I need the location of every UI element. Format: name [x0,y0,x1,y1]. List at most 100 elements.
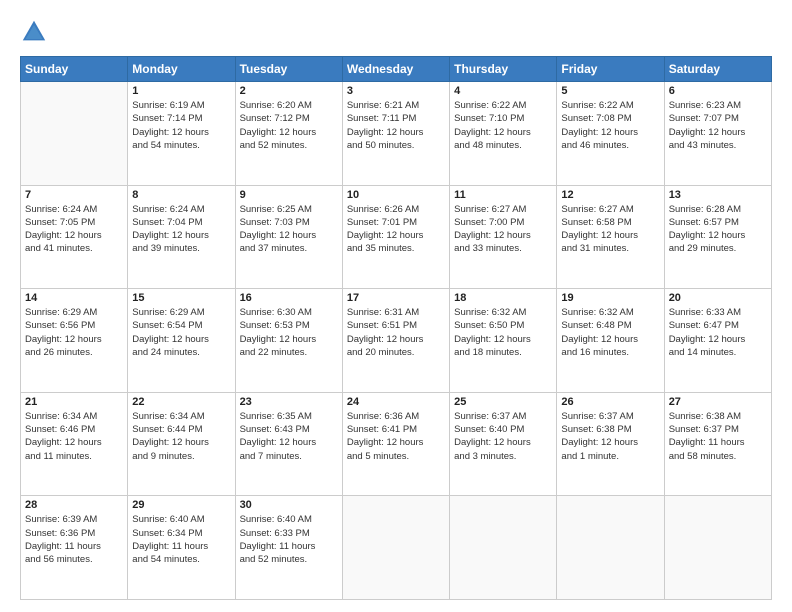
day-number: 28 [25,499,123,511]
day-info: Sunrise: 6:22 AM Sunset: 7:10 PM Dayligh… [454,99,552,152]
day-number: 26 [561,396,659,408]
day-info: Sunrise: 6:27 AM Sunset: 6:58 PM Dayligh… [561,203,659,256]
day-number: 17 [347,292,445,304]
calendar-cell [450,496,557,600]
day-number: 5 [561,85,659,97]
calendar-cell: 7 Sunrise: 6:24 AM Sunset: 7:05 PM Daylig… [21,185,128,289]
day-info: Sunrise: 6:39 AM Sunset: 6:36 PM Dayligh… [25,513,123,566]
calendar-week-4: 21 Sunrise: 6:34 AM Sunset: 6:46 PM Dayli… [21,392,772,496]
day-number: 11 [454,189,552,201]
calendar-cell: 17 Sunrise: 6:31 AM Sunset: 6:51 PM Dayli… [342,289,449,393]
calendar-cell: 19Sunrise: 6:32 AM Sunset: 6:48 PM Dayli… [557,289,664,393]
calendar-table: SundayMondayTuesdayWednesdayThursdayFrid… [20,56,772,600]
day-info: Sunrise: 6:29 AM Sunset: 6:54 PM Dayligh… [132,306,230,359]
day-number: 24 [347,396,445,408]
day-number: 1 [132,85,230,97]
calendar-cell: 13 Sunrise: 6:28 AM Sunset: 6:57 PM Dayli… [664,185,771,289]
calendar-week-2: 7 Sunrise: 6:24 AM Sunset: 7:05 PM Daylig… [21,185,772,289]
day-info: Sunrise: 6:25 AM Sunset: 7:03 PM Dayligh… [240,203,338,256]
calendar-cell: 26 Sunrise: 6:37 AM Sunset: 6:38 PM Dayli… [557,392,664,496]
calendar-cell [557,496,664,600]
calendar-cell [664,496,771,600]
calendar-cell: 10Sunrise: 6:26 AM Sunset: 7:01 PM Dayli… [342,185,449,289]
calendar-cell: 22 Sunrise: 6:34 AM Sunset: 6:44 PM Dayli… [128,392,235,496]
day-info: Sunrise: 6:38 AM Sunset: 6:37 PM Dayligh… [669,410,767,463]
day-header-monday: Monday [128,57,235,82]
calendar-week-3: 14 Sunrise: 6:29 AM Sunset: 6:56 PM Dayli… [21,289,772,393]
calendar-cell: 28 Sunrise: 6:39 AM Sunset: 6:36 PM Dayli… [21,496,128,600]
day-number: 25 [454,396,552,408]
day-number: 21 [25,396,123,408]
day-number: 4 [454,85,552,97]
calendar-cell: 5Sunrise: 6:22 AM Sunset: 7:08 PM Daylig… [557,82,664,186]
calendar-cell: 27Sunrise: 6:38 AM Sunset: 6:37 PM Dayli… [664,392,771,496]
day-info: Sunrise: 6:36 AM Sunset: 6:41 PM Dayligh… [347,410,445,463]
day-number: 10 [347,189,445,201]
day-header-tuesday: Tuesday [235,57,342,82]
day-header-friday: Friday [557,57,664,82]
calendar-cell: 11Sunrise: 6:27 AM Sunset: 7:00 PM Dayli… [450,185,557,289]
day-info: Sunrise: 6:37 AM Sunset: 6:40 PM Dayligh… [454,410,552,463]
calendar-cell: 2 Sunrise: 6:20 AM Sunset: 7:12 PM Daylig… [235,82,342,186]
day-info: Sunrise: 6:34 AM Sunset: 6:46 PM Dayligh… [25,410,123,463]
day-info: Sunrise: 6:32 AM Sunset: 6:50 PM Dayligh… [454,306,552,359]
day-info: Sunrise: 6:40 AM Sunset: 6:33 PM Dayligh… [240,513,338,566]
calendar-cell: 16 Sunrise: 6:30 AM Sunset: 6:53 PM Dayli… [235,289,342,393]
calendar-cell: 6 Sunrise: 6:23 AM Sunset: 7:07 PM Daylig… [664,82,771,186]
calendar-cell: 8 Sunrise: 6:24 AM Sunset: 7:04 PM Daylig… [128,185,235,289]
calendar-cell: 24 Sunrise: 6:36 AM Sunset: 6:41 PM Dayli… [342,392,449,496]
day-number: 7 [25,189,123,201]
calendar-cell: 21 Sunrise: 6:34 AM Sunset: 6:46 PM Dayli… [21,392,128,496]
day-info: Sunrise: 6:33 AM Sunset: 6:47 PM Dayligh… [669,306,767,359]
day-number: 8 [132,189,230,201]
day-info: Sunrise: 6:40 AM Sunset: 6:34 PM Dayligh… [132,513,230,566]
calendar-cell: 14 Sunrise: 6:29 AM Sunset: 6:56 PM Dayli… [21,289,128,393]
day-number: 14 [25,292,123,304]
day-number: 18 [454,292,552,304]
calendar-cell: 18 Sunrise: 6:32 AM Sunset: 6:50 PM Dayli… [450,289,557,393]
day-number: 16 [240,292,338,304]
day-info: Sunrise: 6:24 AM Sunset: 7:04 PM Dayligh… [132,203,230,256]
calendar-cell: 3 Sunrise: 6:21 AM Sunset: 7:11 PM Daylig… [342,82,449,186]
day-number: 20 [669,292,767,304]
day-info: Sunrise: 6:30 AM Sunset: 6:53 PM Dayligh… [240,306,338,359]
calendar-cell: 20 Sunrise: 6:33 AM Sunset: 6:47 PM Dayli… [664,289,771,393]
calendar-cell: 25 Sunrise: 6:37 AM Sunset: 6:40 PM Dayli… [450,392,557,496]
calendar-cell [342,496,449,600]
logo [20,18,52,46]
calendar-cell: 30Sunrise: 6:40 AM Sunset: 6:33 PM Dayli… [235,496,342,600]
day-number: 29 [132,499,230,511]
day-header-sunday: Sunday [21,57,128,82]
day-info: Sunrise: 6:21 AM Sunset: 7:11 PM Dayligh… [347,99,445,152]
day-info: Sunrise: 6:28 AM Sunset: 6:57 PM Dayligh… [669,203,767,256]
day-number: 22 [132,396,230,408]
calendar-header-row: SundayMondayTuesdayWednesdayThursdayFrid… [21,57,772,82]
calendar-cell: 23 Sunrise: 6:35 AM Sunset: 6:43 PM Dayli… [235,392,342,496]
calendar-cell: 29 Sunrise: 6:40 AM Sunset: 6:34 PM Dayli… [128,496,235,600]
day-info: Sunrise: 6:20 AM Sunset: 7:12 PM Dayligh… [240,99,338,152]
logo-icon [20,18,48,46]
day-number: 3 [347,85,445,97]
day-info: Sunrise: 6:31 AM Sunset: 6:51 PM Dayligh… [347,306,445,359]
calendar-cell: 1 Sunrise: 6:19 AM Sunset: 7:14 PM Daylig… [128,82,235,186]
day-info: Sunrise: 6:34 AM Sunset: 6:44 PM Dayligh… [132,410,230,463]
day-number: 19 [561,292,659,304]
day-number: 23 [240,396,338,408]
day-number: 13 [669,189,767,201]
header [20,18,772,46]
day-info: Sunrise: 6:35 AM Sunset: 6:43 PM Dayligh… [240,410,338,463]
calendar-cell: 15Sunrise: 6:29 AM Sunset: 6:54 PM Dayli… [128,289,235,393]
day-info: Sunrise: 6:19 AM Sunset: 7:14 PM Dayligh… [132,99,230,152]
day-info: Sunrise: 6:37 AM Sunset: 6:38 PM Dayligh… [561,410,659,463]
calendar-cell: 9 Sunrise: 6:25 AM Sunset: 7:03 PM Daylig… [235,185,342,289]
day-number: 6 [669,85,767,97]
day-number: 9 [240,189,338,201]
day-header-saturday: Saturday [664,57,771,82]
day-header-thursday: Thursday [450,57,557,82]
day-info: Sunrise: 6:23 AM Sunset: 7:07 PM Dayligh… [669,99,767,152]
day-header-wednesday: Wednesday [342,57,449,82]
day-info: Sunrise: 6:29 AM Sunset: 6:56 PM Dayligh… [25,306,123,359]
calendar-cell [21,82,128,186]
day-number: 2 [240,85,338,97]
day-info: Sunrise: 6:24 AM Sunset: 7:05 PM Dayligh… [25,203,123,256]
